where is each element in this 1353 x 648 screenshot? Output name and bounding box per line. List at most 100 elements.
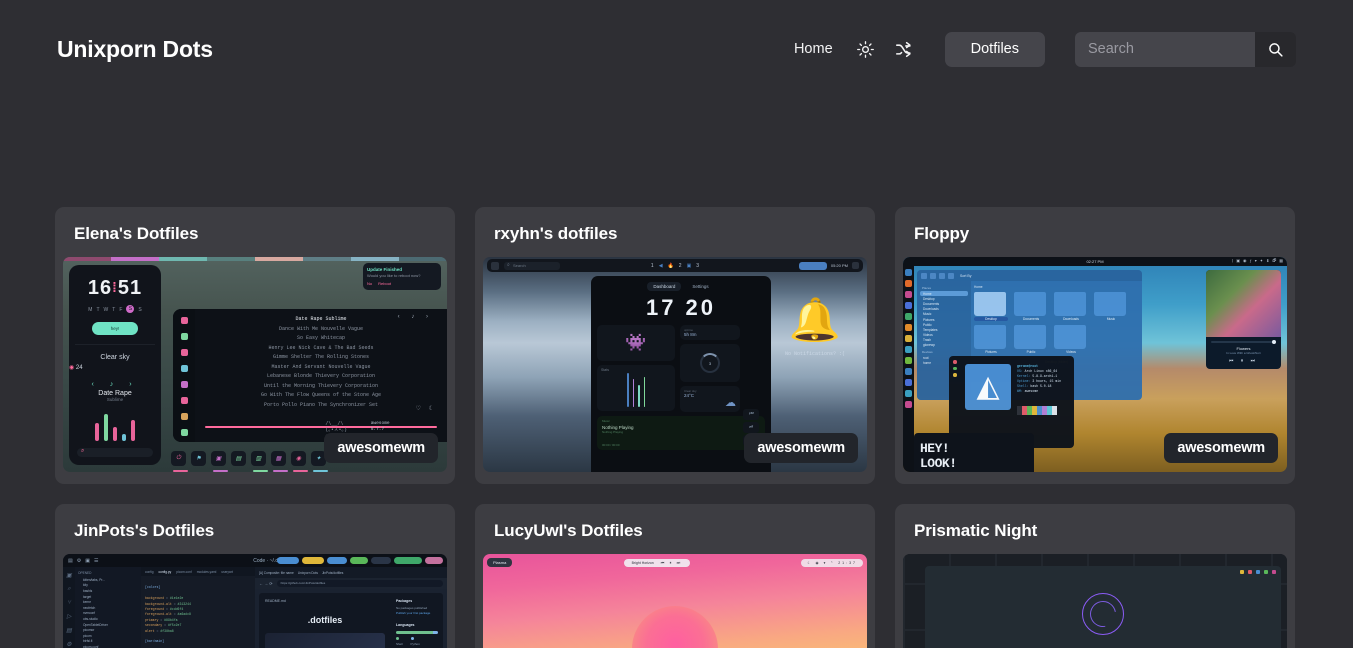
weather-label: Clear sky <box>100 354 130 361</box>
place-item[interactable]: Templates <box>920 327 968 332</box>
browser-tabs: [A] Composite: file name Unixporn Dots J… <box>255 567 447 578</box>
folder-item[interactable]: Public <box>1014 325 1048 354</box>
dock-sidebar <box>903 266 914 472</box>
publish-package-link[interactable]: Publish your first package <box>396 611 438 616</box>
place-item[interactable]: Downloads <box>920 307 968 312</box>
music-title: Date Rape <box>98 390 132 397</box>
readme-filename: README.md <box>265 599 286 603</box>
seek-bar[interactable] <box>1211 339 1276 344</box>
dock-indicators <box>173 470 328 472</box>
browser-urlbar: ← → ⟳ https://github.com/JinPots/dotfile… <box>255 578 447 589</box>
notification-empty-text: No Notifications? :( <box>784 351 845 357</box>
weekday-row: MTWTFSS <box>88 305 142 313</box>
editor-tab[interactable]: userport <box>221 570 233 574</box>
place-item[interactable]: Documents <box>920 301 968 306</box>
window-sidebar <box>173 309 195 442</box>
card-preview-image: Plasma Bright Horizon ⏮ ⏸ ⏭ ☾ ◉ ▾ ⌃ 21:3… <box>483 554 867 648</box>
disk-widget: 3 <box>680 344 740 382</box>
url-input[interactable]: https://github.com/JinPots/dotfiles <box>276 580 443 587</box>
browser-tab[interactable]: JinPots/dotfiles <box>322 571 343 575</box>
firefox-logo-icon <box>1082 593 1124 635</box>
folder-item[interactable]: Downloads <box>1054 292 1088 321</box>
dotfiles-card[interactable]: Elena's Dotfiles 16⁞51 MTWTFSS hey! Clea… <box>55 207 455 484</box>
greeting-pill: hey! <box>92 322 138 335</box>
card-title: LucyUwI's Dotfiles <box>494 521 643 540</box>
active-tag <box>798 261 827 270</box>
bar-search[interactable]: Search <box>504 261 560 270</box>
card-title: JinPots's Dotfiles <box>74 521 215 540</box>
file-manager-toolbar: Sort By <box>917 270 1142 281</box>
music-window: ‹ ♪ › Date Rape Sublime Dance With Me No… <box>173 309 447 442</box>
browser-tab[interactable]: [A] Composite: file name <box>259 571 294 575</box>
folder-item[interactable]: Documents <box>1014 292 1048 321</box>
editor-tab[interactable]: config.py <box>159 570 172 574</box>
wm-badge: awesomewm <box>1164 433 1278 463</box>
folder-item[interactable]: Videos <box>1054 325 1088 354</box>
editor-tab[interactable]: picom.conf <box>176 570 191 574</box>
player-controls[interactable]: ⏮ ⏸ ⏭ <box>1206 358 1281 364</box>
site-brand[interactable]: Unixporn Dots <box>57 36 213 63</box>
top-panel: 02:27 PM ⟩ ▣ ◉ ƒ ▾ ✦ ⬇ 🗗 ▦ <box>903 257 1287 266</box>
browser-tab[interactable]: Unixporn Dots <box>298 571 318 575</box>
card-title: Prismatic Night <box>914 521 1038 540</box>
color-palette <box>1017 406 1057 415</box>
activity-bar: ▣ ⌕ ⑂ ▷ ▤ ⚙ <box>63 567 75 648</box>
clock-widget: 17 20 <box>645 295 717 320</box>
sun-icon[interactable] <box>847 32 885 66</box>
tag-list: 1 ◀ 🔥 2 ▣ 3 <box>650 262 700 269</box>
bells-icon: 🔔 <box>788 296 842 343</box>
topbar-strip <box>63 257 447 261</box>
clock-widget: 16⁞51 <box>87 277 143 299</box>
dotfiles-card[interactable]: rxyhn's dotfiles Search 1◀ 🔥 2▣ 3 05:20 … <box>475 207 875 484</box>
file-tree: OPENED kitten/tabs, Pr... kity bashls ta… <box>75 567 141 648</box>
site-header: Unixporn Dots Home Dotfiles <box>0 0 1353 140</box>
folder-item[interactable]: Desktop <box>974 292 1008 321</box>
editor-tab[interactable]: config <box>145 570 154 574</box>
nav-link-home[interactable]: Home <box>780 33 847 65</box>
shuffle-icon[interactable] <box>885 32 923 66</box>
folder-item[interactable]: Music <box>1094 292 1128 321</box>
music-artist: Sublime <box>106 397 124 402</box>
dotfiles-card[interactable]: JinPots's Dotfiles ▤⚙▣☰ Code · ~/.dotfil… <box>55 504 455 648</box>
dotfiles-grid: Elena's Dotfiles 16⁞51 MTWTFSS hey! Clea… <box>55 207 1298 648</box>
search-input[interactable] <box>1075 31 1255 67</box>
card-preview-image: 16⁞51 MTWTFSS hey! Clear sky ◉ 24 ‹ ♪ › … <box>63 257 447 472</box>
folder-item[interactable]: Pictures <box>974 325 1008 354</box>
dotfiles-card[interactable]: LucyUwI's Dotfiles Plasma Bright Horizon… <box>475 504 875 648</box>
dashboard-tabs: Dashboard Settings <box>591 276 771 291</box>
readme-screenshot <box>265 633 385 648</box>
ascii-terminal: HEY! LOOK! LISTEN! <box>914 433 1034 472</box>
avatar: 👾 <box>597 325 675 361</box>
launcher-button[interactable]: Plasma <box>487 558 513 567</box>
browser-window: [A] Composite: file name Unixporn Dots J… <box>255 567 447 648</box>
menu-icon[interactable] <box>491 261 499 270</box>
grid-icon[interactable] <box>852 262 859 269</box>
language-entry: Python 11.6% <box>410 637 420 648</box>
bar-clock: 05:20 PM <box>830 263 848 268</box>
system-tray: ⟩ ▣ ◉ ƒ ▾ ✦ ⬇ 🗗 ▦ <box>1231 258 1283 263</box>
tab-settings[interactable]: Settings <box>686 282 714 291</box>
arch-logo-icon: ◭ <box>965 364 1011 410</box>
tab-dashboard[interactable]: Dashboard <box>647 282 682 291</box>
editor-tabs: config config.py picom.conf modules.yaml… <box>141 567 255 576</box>
progress-bar[interactable] <box>205 426 437 428</box>
sort-by-label[interactable]: Sort By <box>960 274 971 278</box>
github-page: README.md .dotfiles Packages No packages… <box>259 593 443 648</box>
tree-item[interactable]: picom.conf <box>78 644 138 648</box>
dotfiles-card[interactable]: Prismatic Night G Search with Google <box>895 504 1295 648</box>
place-item[interactable]: glonewp <box>920 343 968 348</box>
equalizer-bars <box>69 411 161 441</box>
panel-search[interactable] <box>77 448 153 457</box>
language-entry: Shell 88.4% <box>396 637 405 648</box>
editor-tab[interactable]: modules.yaml <box>197 570 217 574</box>
dotfiles-card[interactable]: Floppy 02:27 PM ⟩ ▣ ◉ ƒ ▾ ✦ ⬇ 🗗 ▦ Sort B… <box>895 207 1295 484</box>
main-nav: Home Dotfiles <box>780 31 1296 67</box>
dotfiles-button[interactable]: Dotfiles <box>944 31 1045 67</box>
sidebar-widget-panel: 16⁞51 MTWTFSS hey! Clear sky ◉ 24 ‹ ♪ › … <box>69 265 161 465</box>
browser-window: G Search with Google <box>925 566 1281 648</box>
album-art <box>1206 270 1281 337</box>
search-icon[interactable] <box>1255 31 1296 67</box>
place-item[interactable]: Videos <box>920 333 968 338</box>
weather-temp: ◉ 24 <box>69 365 83 371</box>
notification-popup: Update Finished Would you like to reboot… <box>363 263 441 290</box>
